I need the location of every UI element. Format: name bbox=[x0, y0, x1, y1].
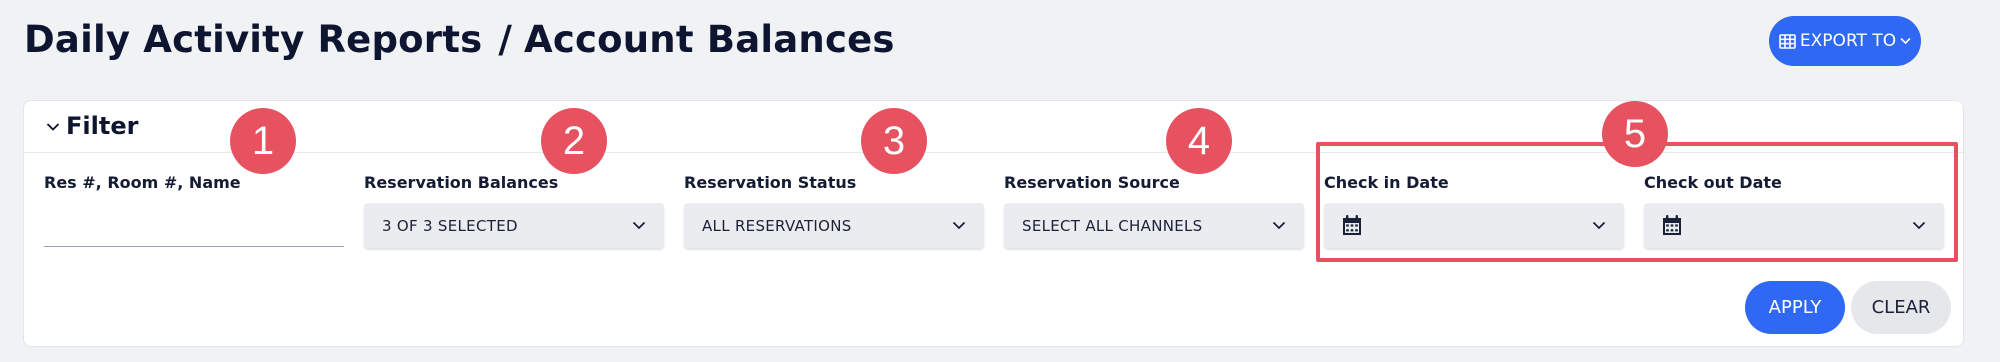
apply-button[interactable]: APPLY bbox=[1745, 281, 1845, 334]
chevron-down-icon bbox=[952, 221, 966, 230]
status-select-value: ALL RESERVATIONS bbox=[702, 216, 852, 235]
status-label: Reservation Status bbox=[684, 173, 857, 192]
filter-title: Filter bbox=[66, 112, 139, 140]
breadcrumb-separator: / bbox=[498, 18, 513, 61]
chevron-down-icon bbox=[1900, 37, 1911, 45]
search-input[interactable] bbox=[44, 207, 344, 247]
search-label: Res #, Room #, Name bbox=[44, 173, 241, 192]
export-button[interactable]: EXPORT TO bbox=[1769, 16, 1921, 66]
calendar-icon bbox=[1662, 215, 1682, 236]
export-label: EXPORT TO bbox=[1799, 31, 1897, 51]
check-out-date-picker[interactable] bbox=[1644, 203, 1944, 248]
source-select-value: SELECT ALL CHANNELS bbox=[1022, 216, 1203, 235]
callout-badge-4: 4 bbox=[1166, 108, 1232, 174]
status-select[interactable]: ALL RESERVATIONS bbox=[684, 203, 984, 248]
chevron-down-icon bbox=[46, 117, 60, 136]
chevron-down-icon bbox=[1272, 221, 1286, 230]
table-icon bbox=[1779, 33, 1796, 49]
balances-select-value: 3 OF 3 SELECTED bbox=[382, 216, 518, 235]
breadcrumb-current: Account Balances bbox=[524, 18, 895, 61]
clear-button[interactable]: CLEAR bbox=[1851, 281, 1951, 334]
page-title: Daily Activity Reports / Account Balances bbox=[24, 18, 895, 61]
filter-panel: Filter Res #, Room #, Name Reservation B… bbox=[23, 100, 1964, 347]
callout-badge-1: 1 bbox=[230, 108, 296, 174]
check-out-label: Check out Date bbox=[1644, 173, 1782, 192]
check-in-label: Check in Date bbox=[1324, 173, 1449, 192]
source-select[interactable]: SELECT ALL CHANNELS bbox=[1004, 203, 1304, 248]
check-in-date-picker[interactable] bbox=[1324, 203, 1624, 248]
callout-badge-2: 2 bbox=[541, 108, 607, 174]
balances-label: Reservation Balances bbox=[364, 173, 559, 192]
filter-toggle[interactable]: Filter bbox=[46, 111, 138, 141]
balances-select[interactable]: 3 OF 3 SELECTED bbox=[364, 203, 664, 248]
chevron-down-icon bbox=[632, 221, 646, 230]
calendar-icon bbox=[1342, 215, 1362, 236]
filter-header: Filter bbox=[24, 101, 1963, 153]
callout-badge-5: 5 bbox=[1602, 101, 1668, 167]
source-label: Reservation Source bbox=[1004, 173, 1180, 192]
callout-badge-3: 3 bbox=[861, 108, 927, 174]
breadcrumb-parent: Daily Activity Reports bbox=[24, 18, 483, 61]
chevron-down-icon bbox=[1592, 221, 1606, 230]
chevron-down-icon bbox=[1912, 221, 1926, 230]
